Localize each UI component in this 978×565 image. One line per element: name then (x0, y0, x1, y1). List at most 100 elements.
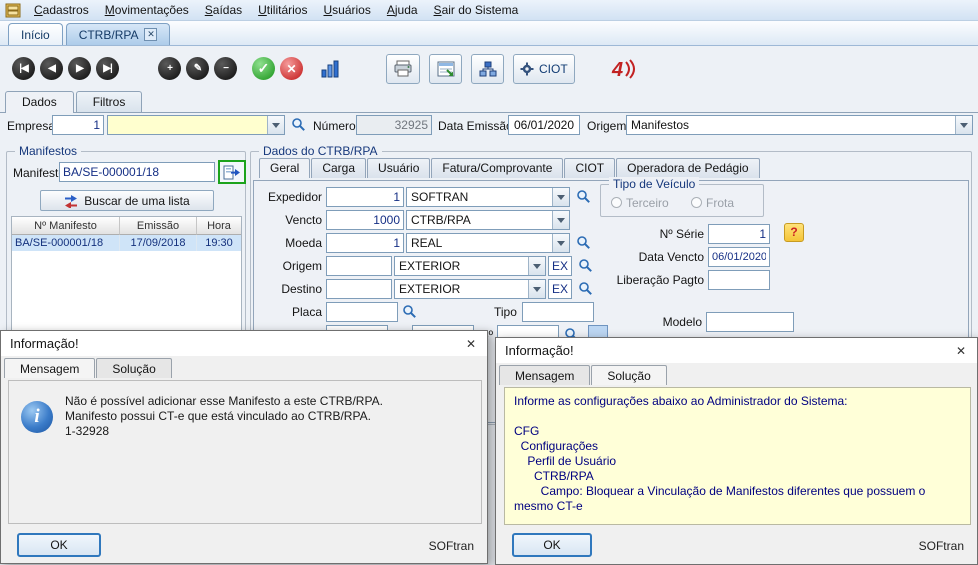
buscar-lista-button[interactable]: Buscar de uma lista (40, 190, 214, 211)
empresa-input[interactable] (52, 115, 104, 135)
placa-search-icon[interactable] (402, 304, 417, 319)
tab-pedagio[interactable]: Operadora de Pedágio (616, 158, 759, 178)
app-icon (5, 3, 21, 18)
confirm-button[interactable]: ✓ (252, 57, 275, 80)
expedidor-combo[interactable]: SOFTRAN (406, 187, 570, 207)
organize-button[interactable] (471, 54, 504, 84)
dropdown-arrow-icon[interactable] (528, 257, 545, 275)
tab-geral[interactable]: Geral (259, 158, 310, 178)
dropdown-arrow-icon[interactable] (528, 280, 545, 298)
tab-mensagem-label: Mensagem (20, 362, 79, 376)
moeda-code-input[interactable] (326, 233, 404, 253)
grid-row-selected[interactable]: BA/SE-000001/18 17/09/2018 19:30 (12, 235, 241, 251)
ciot-button[interactable]: CIOT (513, 54, 575, 84)
dropdown-arrow-icon[interactable] (552, 211, 569, 229)
tab-inicio[interactable]: Início (8, 23, 63, 45)
tab-fatura[interactable]: Fatura/Comprovante (431, 158, 563, 178)
print-button[interactable] (386, 54, 420, 84)
tab-solucao[interactable]: Solução (96, 358, 171, 378)
destino-combo[interactable]: EXTERIOR (394, 279, 546, 299)
origem-combo[interactable]: EXTERIOR (394, 256, 546, 276)
data-vencto-input[interactable] (708, 247, 770, 267)
serie-input[interactable] (708, 224, 770, 244)
nav-next-button[interactable]: ▶ (68, 57, 91, 80)
destino-search-icon[interactable] (578, 281, 593, 296)
add-button[interactable]: + (158, 57, 181, 80)
menu-item-cadastros[interactable]: Cadastros (26, 1, 97, 19)
modelo-input[interactable] (706, 312, 794, 332)
dialog-solucao-tabs: Mensagem Solução (496, 363, 977, 385)
cell-hora: 19:30 (197, 235, 241, 251)
data-vencto-label: Data Vencto (636, 250, 704, 264)
dropdown-arrow-icon[interactable] (552, 188, 569, 206)
menu-item-utilitarios[interactable]: Utilitários (250, 1, 315, 19)
report-button[interactable] (429, 54, 462, 84)
menu-item-ajuda[interactable]: Ajuda (379, 1, 426, 19)
radio-terceiro[interactable]: Terceiro (611, 196, 669, 210)
help-question-icon[interactable]: ? (784, 223, 804, 242)
cross-icon: ✕ (286, 62, 296, 76)
tab-carga[interactable]: Carga (311, 158, 366, 178)
origem-uf-input[interactable] (548, 256, 572, 276)
manifesto-input[interactable] (59, 162, 215, 182)
destino-uf-input[interactable] (548, 279, 572, 299)
origem-search-icon[interactable] (578, 258, 593, 273)
delete-button[interactable]: − (214, 57, 237, 80)
dropdown-arrow-icon[interactable] (955, 116, 972, 134)
tab-filtros[interactable]: Filtros (76, 91, 143, 113)
nav-first-button[interactable]: |◀ (12, 57, 35, 80)
chart-button[interactable] (318, 60, 344, 78)
origem-code-input[interactable] (326, 256, 392, 276)
ok-button[interactable]: OK (512, 533, 592, 557)
tab-mensagem[interactable]: Mensagem (4, 358, 95, 378)
nav-prev-button[interactable]: ◀ (40, 57, 63, 80)
menu-item-saidas[interactable]: Saídas (197, 1, 250, 19)
tab-mensagem[interactable]: Mensagem (499, 365, 590, 385)
dialog-solucao-title: Informação! (505, 343, 574, 358)
empresa-combo[interactable] (107, 115, 285, 135)
add-manifesto-button[interactable] (218, 160, 246, 184)
vencto-code-input[interactable] (326, 210, 404, 230)
col-header-hora[interactable]: Hora (197, 217, 241, 235)
radio-frota[interactable]: Frota (691, 196, 734, 210)
ok-button[interactable]: OK (17, 533, 101, 557)
moeda-combo[interactable]: REAL (406, 233, 570, 253)
dropdown-arrow-icon[interactable] (267, 116, 284, 134)
tab-ctrb-rpa[interactable]: CTRB/RPA ✕ (66, 23, 171, 45)
support-button[interactable]: 4 (610, 57, 636, 81)
menu-item-sair[interactable]: Sair do Sistema (426, 1, 527, 19)
tab-dados[interactable]: Dados (5, 91, 74, 113)
close-icon[interactable]: ✕ (945, 338, 977, 363)
destino-code-input[interactable] (326, 279, 392, 299)
nav-last-button[interactable]: ▶| (96, 57, 119, 80)
menu-item-usuarios[interactable]: Usuários (315, 1, 378, 19)
expedidor-search-icon[interactable] (576, 189, 591, 204)
expedidor-code-input[interactable] (326, 187, 404, 207)
tab-ciot[interactable]: CIOT (564, 158, 615, 178)
nav-next-icon: ▶ (76, 63, 83, 74)
dialog-mensagem: Informação! ✕ Mensagem Solução i Não é p… (0, 330, 488, 564)
bar-chart-icon (321, 60, 341, 78)
tab-mensagem-label: Mensagem (515, 369, 574, 383)
numero-input (356, 115, 432, 135)
col-header-emissao[interactable]: Emissão (120, 217, 197, 235)
placa-input[interactable] (326, 302, 398, 322)
moeda-search-icon[interactable] (576, 235, 591, 250)
tab-usuario[interactable]: Usuário (367, 158, 430, 178)
tab-close-icon[interactable]: ✕ (144, 28, 157, 41)
edit-button[interactable]: ✎ (186, 57, 209, 80)
close-icon[interactable]: ✕ (455, 331, 487, 356)
data-emissao-input[interactable] (508, 115, 580, 135)
menu-item-movimentacoes[interactable]: Movimentações (97, 1, 197, 19)
dropdown-arrow-icon[interactable] (552, 234, 569, 252)
tab-solucao[interactable]: Solução (591, 365, 666, 385)
col-header-manifesto[interactable]: Nº Manifesto (12, 217, 120, 235)
solucao-content: Informe as configurações abaixo ao Admin… (504, 387, 971, 525)
empresa-search-icon[interactable] (291, 117, 306, 132)
liberacao-input[interactable] (708, 270, 770, 290)
vencto-combo[interactable]: CTRB/RPA (406, 210, 570, 230)
origem-header-combo[interactable]: Manifestos (626, 115, 973, 135)
cancel-button[interactable]: ✕ (280, 57, 303, 80)
dialog-solucao: Informação! ✕ Mensagem Solução Informe a… (495, 337, 978, 565)
tipo-input[interactable] (522, 302, 594, 322)
